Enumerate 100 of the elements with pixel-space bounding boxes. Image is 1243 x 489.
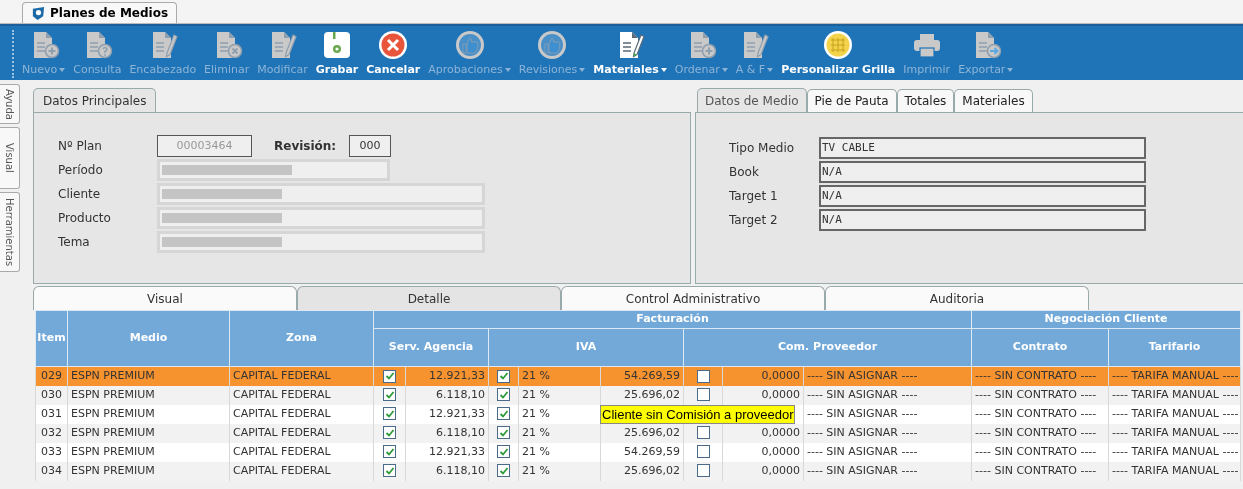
panel-tab[interactable]: Totales bbox=[896, 89, 955, 112]
table-cell: ESPN PREMIUM bbox=[71, 406, 155, 420]
tab[interactable]: Detalle bbox=[297, 286, 561, 310]
table-cell: 21 % bbox=[522, 406, 550, 420]
checkbox[interactable] bbox=[497, 445, 510, 459]
table-cell: 0,0000 bbox=[761, 444, 800, 458]
panel-tab[interactable]: Materiales bbox=[954, 89, 1033, 112]
toolbar-button[interactable]: Cancelar bbox=[362, 26, 425, 80]
table-cell: 25.696,02 bbox=[624, 463, 680, 477]
checkbox[interactable] bbox=[696, 445, 710, 459]
table-cell: 21 % bbox=[522, 369, 550, 382]
table-cell: CAPITAL FEDERAL bbox=[233, 406, 331, 420]
table-cell: ---- SIN CONTRATO ---- bbox=[975, 463, 1097, 477]
table-cell: 21 % bbox=[522, 444, 550, 458]
field-label: Tipo Medio bbox=[729, 140, 796, 157]
panel-tab[interactable]: Datos Principales bbox=[33, 88, 157, 112]
field-label: Target 1 bbox=[729, 188, 779, 205]
table-cell: 0,0000 bbox=[761, 387, 800, 401]
table-cell: 033 bbox=[41, 444, 62, 458]
table-cell: 0,0000 bbox=[761, 463, 800, 477]
input-field[interactable] bbox=[157, 183, 485, 205]
checkbox[interactable] bbox=[497, 407, 510, 421]
checkbox[interactable] bbox=[497, 369, 510, 383]
tab[interactable]: Control Administrativo bbox=[561, 286, 825, 310]
column-group-header: Negociación Cliente bbox=[971, 310, 1241, 329]
table-cell: ---- SIN ASIGNAR ---- bbox=[807, 387, 918, 401]
table-cell: ---- SIN ASIGNAR ---- bbox=[807, 444, 918, 458]
table-cell: ---- SIN CONTRATO ---- bbox=[975, 444, 1097, 458]
input-field[interactable]: N/A bbox=[819, 209, 1146, 231]
panel-tab[interactable]: Datos de Medio bbox=[697, 88, 807, 112]
checkbox[interactable] bbox=[383, 407, 396, 421]
input-field[interactable] bbox=[157, 207, 485, 229]
input-field[interactable]: 000 bbox=[349, 135, 391, 157]
checkbox[interactable] bbox=[696, 388, 710, 402]
table-cell: 031 bbox=[41, 406, 62, 420]
table-cell: 0,0000 bbox=[761, 425, 800, 439]
table-cell: ESPN PREMIUM bbox=[71, 444, 155, 458]
checkbox[interactable] bbox=[497, 464, 510, 478]
table-cell: ---- TARIFA MANUAL ---- bbox=[1112, 369, 1239, 382]
table-cell: ---- SIN CONTRATO ---- bbox=[975, 406, 1097, 420]
input-field[interactable]: N/A bbox=[819, 185, 1146, 207]
grid-icon bbox=[822, 29, 855, 61]
side-tab[interactable]: Visual bbox=[0, 127, 20, 189]
table-cell: ---- TARIFA MANUAL ---- bbox=[1112, 425, 1239, 439]
table-cell: 030 bbox=[41, 387, 62, 401]
checkbox[interactable] bbox=[383, 426, 396, 440]
table-cell: 25.696,02 bbox=[624, 387, 680, 401]
table-cell: 12.921,33 bbox=[429, 369, 485, 382]
table-cell: 6.118,10 bbox=[436, 425, 485, 439]
input-field[interactable]: TV CABLE bbox=[819, 137, 1146, 159]
table-cell: CAPITAL FEDERAL bbox=[233, 387, 331, 401]
checkbox[interactable] bbox=[383, 445, 396, 459]
field-label: Book bbox=[729, 164, 760, 181]
field-label: Tema bbox=[58, 234, 91, 251]
input-field[interactable] bbox=[157, 231, 485, 253]
input-field[interactable]: N/A bbox=[819, 161, 1146, 183]
table-cell: 029 bbox=[41, 369, 62, 382]
cancel-icon bbox=[377, 29, 410, 61]
thumbs-up-icon bbox=[536, 29, 568, 61]
table-cell: CAPITAL FEDERAL bbox=[233, 369, 331, 382]
table-cell: ---- SIN ASIGNAR ---- bbox=[807, 369, 918, 382]
table-cell: 6.118,10 bbox=[436, 463, 485, 477]
side-tab[interactable]: Ayuda bbox=[0, 84, 20, 124]
input-field[interactable] bbox=[157, 159, 390, 181]
table-cell: 034 bbox=[41, 463, 62, 477]
table-cell: 25.696,02 bbox=[624, 425, 680, 439]
checkbox[interactable] bbox=[696, 369, 710, 383]
checkbox[interactable] bbox=[383, 464, 396, 478]
app-tab[interactable]: Planes de Medios bbox=[22, 2, 178, 23]
checkbox[interactable] bbox=[497, 426, 510, 440]
tab[interactable]: Visual bbox=[33, 286, 297, 310]
tab[interactable]: Auditoria bbox=[825, 286, 1089, 310]
table-cell: ---- TARIFA MANUAL ---- bbox=[1112, 463, 1239, 477]
table-cell: ---- TARIFA MANUAL ---- bbox=[1112, 406, 1239, 420]
table-cell: 21 % bbox=[522, 463, 550, 477]
table-cell: ---- SIN CONTRATO ---- bbox=[975, 369, 1097, 382]
checkbox[interactable] bbox=[497, 388, 510, 402]
table-cell: ---- SIN CONTRATO ---- bbox=[975, 425, 1097, 439]
side-tab[interactable]: Herramientas bbox=[0, 192, 20, 272]
table-cell: 6.118,10 bbox=[436, 387, 485, 401]
table-cell: ---- SIN ASIGNAR ---- bbox=[807, 463, 918, 477]
toolbar-button[interactable]: Personalizar Grilla bbox=[777, 26, 900, 80]
column-group-header: Facturación bbox=[373, 310, 972, 329]
toolbar-button[interactable]: Grabar bbox=[311, 26, 363, 80]
tooltip: Cliente sin Comisión a proveedor bbox=[600, 405, 796, 424]
checkbox[interactable] bbox=[383, 369, 396, 383]
app-logo-icon bbox=[31, 5, 46, 21]
field-label: Cliente bbox=[58, 186, 102, 203]
table-cell: ---- SIN ASIGNAR ---- bbox=[807, 425, 918, 439]
toolbar-button[interactable]: Materiales bbox=[589, 26, 671, 80]
field-label: Target 2 bbox=[729, 212, 779, 229]
table-cell: ESPN PREMIUM bbox=[71, 425, 155, 439]
thumbs-up-icon bbox=[453, 29, 486, 61]
checkbox[interactable] bbox=[383, 388, 396, 402]
checkbox[interactable] bbox=[696, 464, 710, 478]
table-cell: ---- SIN ASIGNAR ---- bbox=[807, 406, 918, 420]
panel-tab[interactable]: Pie de Pauta bbox=[806, 89, 897, 112]
table-cell: ESPN PREMIUM bbox=[71, 369, 155, 382]
checkbox[interactable] bbox=[696, 426, 710, 440]
table-cell: ---- SIN CONTRATO ---- bbox=[975, 387, 1097, 401]
